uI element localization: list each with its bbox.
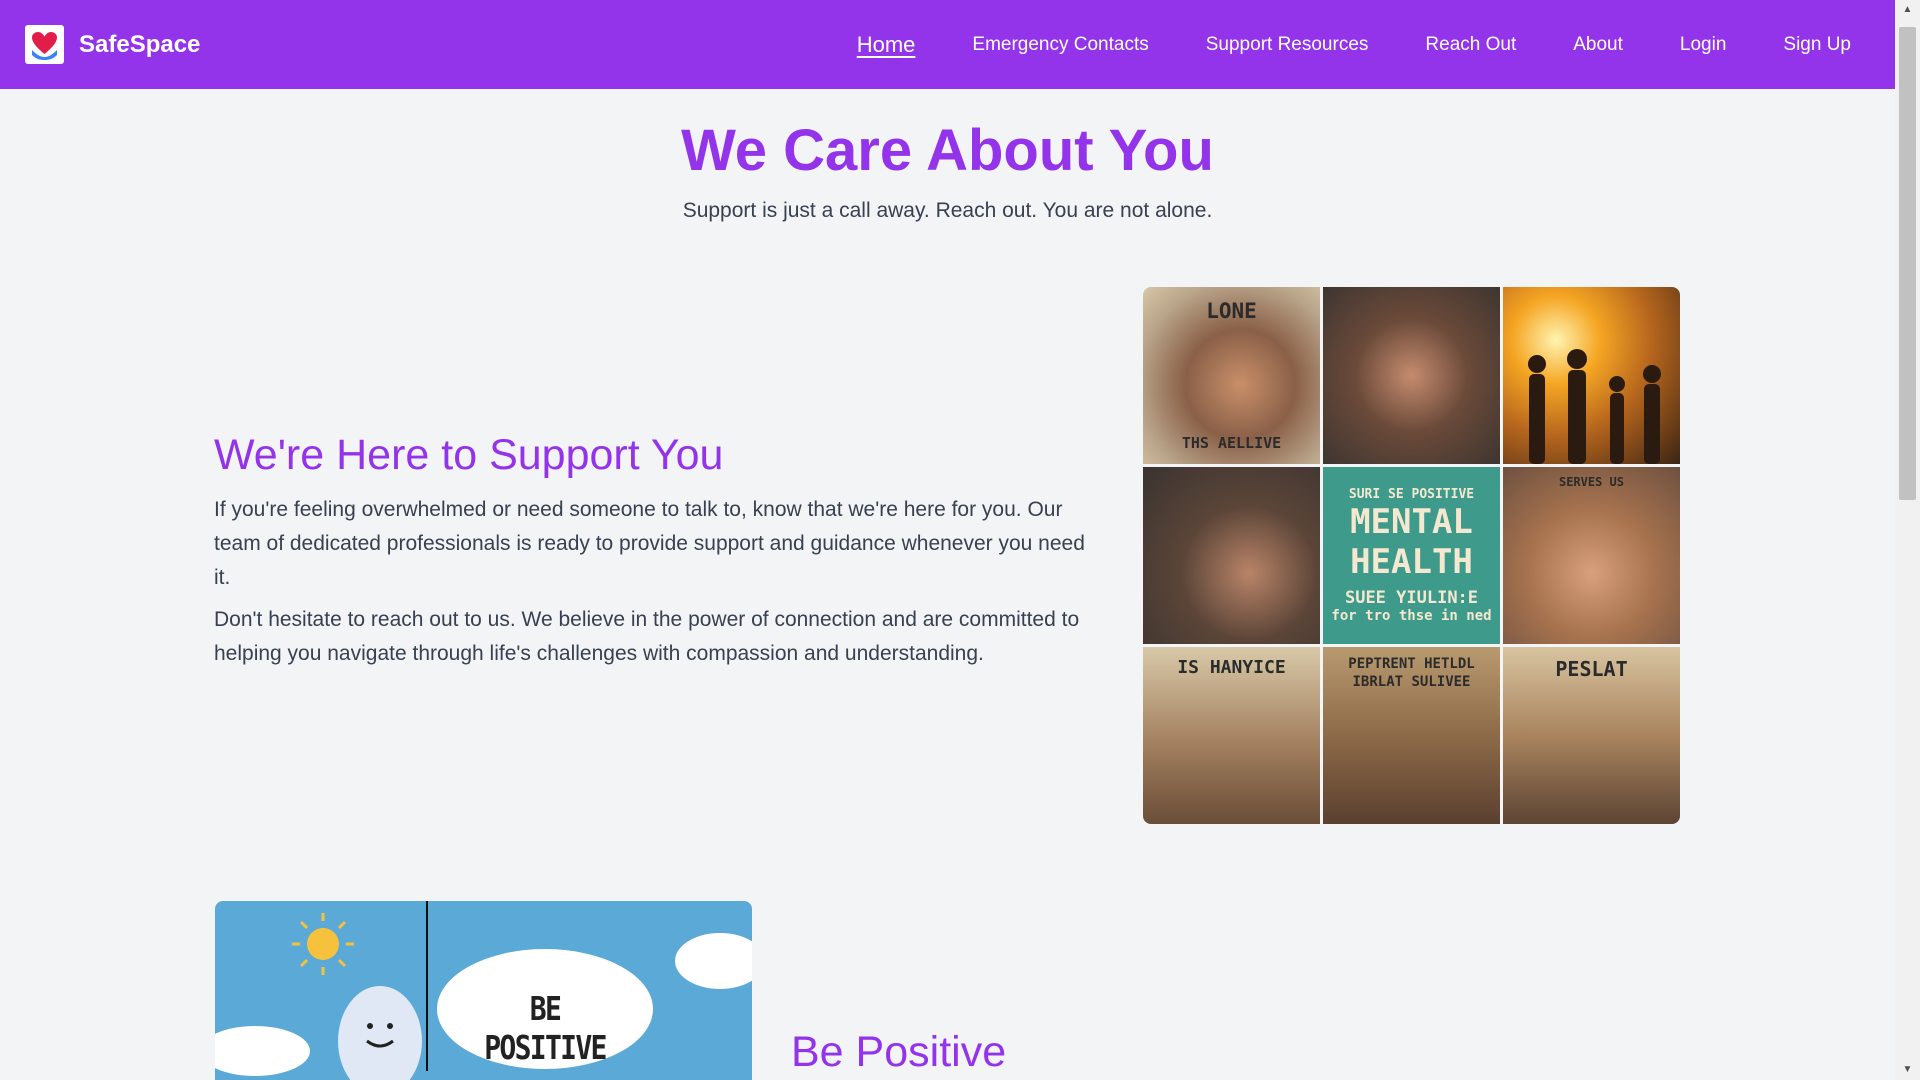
scroll-down-arrow-icon[interactable]: ▼ — [1895, 1060, 1920, 1080]
collage-tile-stacked-hands: SERVES US — [1503, 467, 1680, 644]
nav-home[interactable]: Home — [857, 32, 916, 58]
navbar: SafeSpace Home Emergency Contacts Suppor… — [0, 0, 1895, 89]
poster-line-5: for tro thse in ned — [1331, 608, 1492, 624]
hero-subtitle: Support is just a call away. Reach out. … — [682, 199, 1213, 222]
collage-tile-hands-text — [1143, 467, 1320, 644]
nav-links: Home Emergency Contacts Support Resource… — [800, 0, 1851, 89]
nav-login[interactable]: Login — [1680, 34, 1727, 56]
family-silhouette-icon — [1527, 349, 1661, 464]
collage-tile-6-top-text: SERVES US — [1558, 475, 1625, 489]
brand-link[interactable]: SafeSpace — [25, 25, 200, 64]
scroll-up-arrow-icon[interactable]: ▲ — [1895, 0, 1920, 20]
collage-tile-mental-health-poster: SURI SE POSITIVE MENTAL HEALTH SUEE YIUL… — [1323, 467, 1500, 644]
vertical-scrollbar[interactable]: ▲ ▼ — [1895, 0, 1920, 1080]
scrollbar-thumb[interactable] — [1899, 27, 1916, 500]
nav-support-resources[interactable]: Support Resources — [1206, 34, 1369, 56]
page: SafeSpace Home Emergency Contacts Suppor… — [0, 0, 1895, 1080]
nav-emergency-contacts[interactable]: Emergency Contacts — [972, 34, 1148, 56]
collage-tile-family-sunset — [1503, 287, 1680, 464]
heart-hands-icon — [25, 25, 64, 64]
hero-title: We Care About You — [681, 118, 1214, 183]
be-positive-heading: Be Positive — [791, 1028, 1007, 1076]
nav-reach-out[interactable]: Reach Out — [1425, 34, 1516, 56]
collage-tile-1-top-text: LONE — [1206, 299, 1257, 323]
support-paragraph-1: If you're feeling overwhelmed or need so… — [214, 498, 1085, 590]
collage-tile-diverse-group: PESLAT — [1503, 647, 1680, 824]
brand-name: SafeSpace — [79, 30, 201, 58]
collage-tile-9-top-text: PESLAT — [1555, 657, 1628, 681]
nav-sign-up[interactable]: Sign Up — [1783, 34, 1851, 56]
collage-tile-group-men: IS HANYICE — [1143, 647, 1320, 824]
smiling-ghost-icon — [338, 986, 422, 1080]
nav-about[interactable]: About — [1573, 34, 1623, 56]
sun-icon — [307, 928, 339, 960]
poster-line-1: SURI SE POSITIVE — [1348, 487, 1475, 502]
collage-tile-holding-hands — [1323, 287, 1500, 464]
collage-tile-hands: LONE THS AELLIVE — [1143, 287, 1320, 464]
collage-tile-7-top-text: IS HANYICE — [1177, 657, 1286, 678]
support-collage-image: LONE THS AELLIVE SURI SE POSITIVE MENTAL… — [1143, 287, 1680, 824]
be-positive-image-text: BE POSITIVE — [484, 989, 607, 1067]
collage-tile-group-text-wall: PEPTRENT HETLDL IBRLAT SULIVEE — [1323, 647, 1500, 824]
poster-line-4: SUEE YIULIN:E — [1344, 588, 1479, 608]
poster-line-3: HEALTH — [1350, 542, 1473, 582]
support-text-block: We're Here to Support You If you're feel… — [214, 431, 1104, 679]
collage-tile-8-text: PEPTRENT HETLDL IBRLAT SULIVEE — [1348, 656, 1475, 690]
support-heading: We're Here to Support You — [214, 431, 724, 479]
be-positive-image: BE POSITIVE — [215, 901, 752, 1080]
support-paragraph-2: Don't hesitate to reach out to us. We be… — [214, 608, 1080, 666]
collage-tile-1-bottom-text: THS AELLIVE — [1181, 434, 1282, 452]
poster-line-2: MENTAL — [1350, 502, 1473, 542]
